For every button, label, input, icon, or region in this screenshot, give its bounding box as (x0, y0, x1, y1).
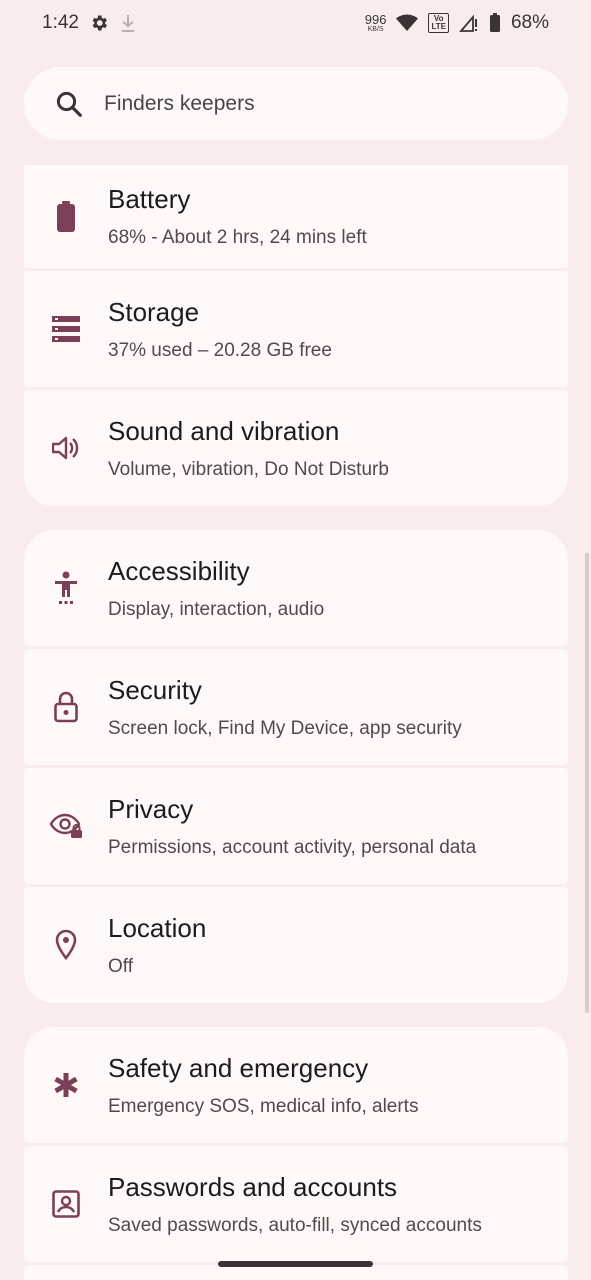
scrollbar[interactable] (585, 553, 589, 1013)
settings-item-location[interactable]: Location Off (24, 887, 568, 1003)
security-text: Security Screen lock, Find My Device, ap… (108, 675, 462, 740)
settings-item-security[interactable]: Security Screen lock, Find My Device, ap… (24, 649, 568, 765)
item-title: Sound and vibration (108, 415, 340, 446)
item-title: Location (108, 912, 207, 943)
accessibility-text: Accessibility Display, interaction, audi… (108, 556, 324, 621)
settings-item-next[interactable] (24, 1265, 568, 1280)
signal-icon (459, 14, 477, 32)
item-title: Security (108, 674, 202, 705)
volte-bottom: LTE (431, 22, 446, 31)
storage-text: Storage 37% used – 20.28 GB free (108, 297, 332, 362)
item-subtitle: Display, interaction, audio (108, 598, 325, 620)
search-icon (56, 91, 82, 117)
clock: 1:42 (42, 12, 79, 33)
volume-icon-wrap (24, 435, 108, 461)
safety-text: Safety and emergency Emergency SOS, medi… (108, 1053, 418, 1118)
settings-item-privacy[interactable]: Privacy Permissions, account activity, p… (24, 768, 568, 884)
settings-item-battery[interactable]: Battery 68% - About 2 hrs, 24 mins left (24, 165, 568, 268)
privacy-text: Privacy Permissions, account activity, p… (108, 794, 476, 859)
asterisk-icon-wrap (24, 1071, 108, 1099)
battery-status-icon (489, 13, 500, 32)
search-text: Finders keepers (104, 91, 255, 115)
item-subtitle: Saved passwords, auto-fill, synced accou… (108, 1214, 482, 1236)
battery-percent: 68% (510, 12, 549, 33)
settings-item-safety[interactable]: Safety and emergency Emergency SOS, medi… (24, 1027, 568, 1143)
item-subtitle: Screen lock, Find My Device, app securit… (108, 717, 462, 739)
item-subtitle: Off (108, 955, 133, 977)
privacy-eye-icon (49, 813, 82, 838)
item-subtitle: 68% - About 2 hrs, 24 mins left (108, 227, 367, 248)
wifi-icon (396, 14, 419, 31)
volume-icon (52, 436, 79, 460)
accessibility-icon (55, 571, 77, 604)
network-speed: 996 KB/S (365, 13, 387, 33)
volte-badge: Vo LTE (428, 13, 449, 33)
settings-item-storage[interactable]: Storage 37% used – 20.28 GB free (24, 271, 568, 387)
account-box-icon-wrap (24, 1190, 108, 1218)
network-speed-unit: KB/S (367, 26, 384, 33)
storage-icon (52, 316, 80, 342)
privacy-eye-icon-wrap (24, 813, 108, 839)
settings-item-sound[interactable]: Sound and vibration Volume, vibration, D… (24, 390, 568, 506)
accessibility-icon-wrap (24, 571, 108, 605)
item-title: Safety and emergency (108, 1052, 369, 1083)
account-box-icon (52, 1190, 80, 1218)
battery-icon (57, 200, 75, 232)
sound-text: Sound and vibration Volume, vibration, D… (108, 416, 389, 481)
battery-icon-wrap (24, 200, 108, 233)
settings-item-passwords[interactable]: Passwords and accounts Saved passwords, … (24, 1146, 568, 1262)
search-bar[interactable]: Finders keepers (24, 67, 568, 140)
home-indicator[interactable] (218, 1261, 373, 1267)
settings-gear-icon (92, 15, 107, 31)
item-title: Storage (108, 296, 200, 327)
battery-text: Battery 68% - About 2 hrs, 24 mins left (108, 184, 367, 249)
item-title: Battery (108, 184, 191, 214)
item-title: Privacy (108, 793, 194, 824)
item-subtitle: Emergency SOS, medical info, alerts (108, 1095, 419, 1117)
location-text: Location Off (108, 913, 206, 978)
settings-item-accessibility[interactable]: Accessibility Display, interaction, audi… (24, 530, 568, 646)
location-pin-icon (55, 929, 77, 961)
lock-icon-wrap (24, 691, 108, 723)
passwords-text: Passwords and accounts Saved passwords, … (108, 1172, 482, 1237)
status-right: 996 KB/S Vo LTE 68% (365, 12, 549, 34)
status-bar: 1:42 996 KB/S Vo LTE 68% (0, 0, 591, 46)
lock-icon (54, 691, 78, 723)
status-left: 1:42 (42, 12, 137, 34)
location-pin-icon-wrap (24, 929, 108, 961)
storage-icon-wrap (24, 316, 108, 342)
item-subtitle: Permissions, account activity, personal … (108, 836, 477, 858)
item-title: Accessibility (108, 555, 250, 586)
item-title: Passwords and accounts (108, 1171, 398, 1202)
item-subtitle: 37% used – 20.28 GB free (108, 339, 332, 361)
download-icon (121, 15, 134, 32)
asterisk-icon (54, 1073, 78, 1097)
network-speed-value: 996 (364, 12, 387, 27)
item-subtitle: Volume, vibration, Do Not Disturb (108, 458, 389, 480)
